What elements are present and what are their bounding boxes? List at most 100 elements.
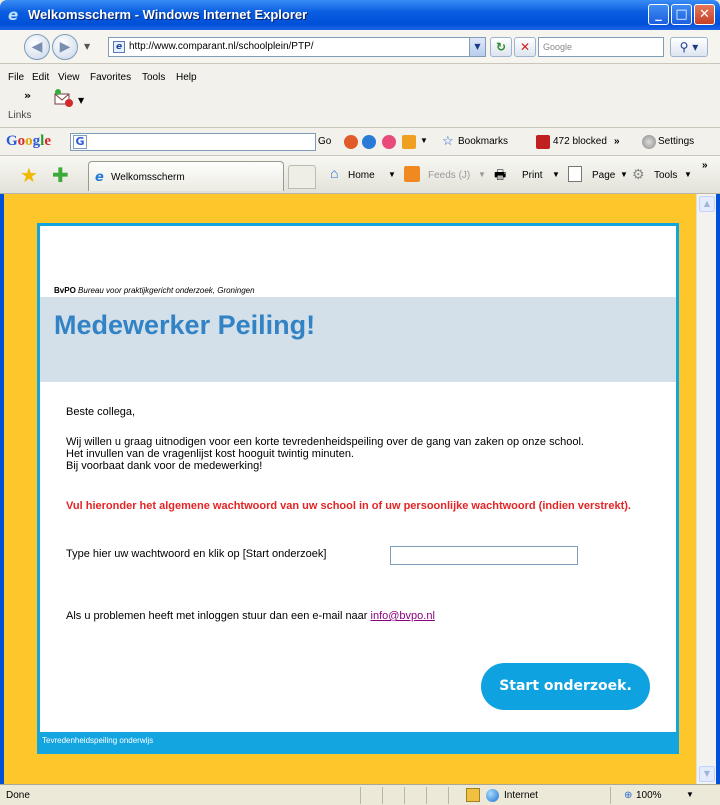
vertical-scrollbar[interactable]: ▲ ▼ — [696, 194, 716, 784]
maximize-button[interactable]: □ — [671, 4, 692, 25]
menu-tools[interactable]: Tools — [142, 72, 165, 83]
page-button[interactable]: Page — [592, 170, 615, 181]
print-dropdown-icon[interactable]: ▼ — [552, 170, 560, 179]
feeds-dropdown-icon[interactable]: ▼ — [478, 170, 486, 179]
menu-help[interactable]: Help — [176, 72, 197, 83]
window-titlebar[interactable]: e Welkomsscherm - Windows Internet Explo… — [0, 0, 720, 30]
menu-view[interactable]: View — [58, 72, 80, 83]
print-button[interactable]: Print — [522, 170, 543, 181]
start-survey-button[interactable]: Start onderzoek. — [481, 663, 650, 710]
menu-edit[interactable]: Edit — [32, 72, 49, 83]
home-icon: ⌂ — [330, 165, 339, 181]
heading-banner: Medewerker Peiling! — [40, 297, 676, 382]
page-footer: Tevredenheidspeiling onderwijs — [40, 732, 676, 751]
add-favorite-icon[interactable]: ✚ — [52, 165, 69, 185]
translate-icon[interactable] — [402, 135, 416, 149]
favorites-star-icon[interactable]: ★ — [20, 165, 38, 185]
address-dropdown-icon[interactable]: ▼ — [469, 38, 485, 56]
stop-button[interactable]: ✕ — [514, 37, 536, 57]
more-chevron-icon[interactable]: » — [614, 136, 620, 147]
search-icon: ⚲ ▾ — [679, 40, 699, 54]
window-border-right — [716, 194, 720, 784]
status-divider — [360, 787, 361, 804]
feeds-icon — [404, 166, 420, 182]
support-email-link[interactable]: info@bvpo.nl — [371, 610, 435, 622]
protected-mode-icon[interactable] — [466, 788, 480, 802]
security-zone-label[interactable]: Internet — [504, 790, 538, 801]
status-divider — [426, 787, 427, 804]
refresh-icon: ↻ — [495, 40, 507, 54]
google-logo: Google — [6, 133, 52, 149]
tools-dropdown-icon[interactable]: ▼ — [420, 136, 428, 145]
popups-blocked-count[interactable]: 472 blocked — [553, 136, 607, 147]
address-input[interactable]: e http://www.comparant.nl/schoolplein/PT… — [108, 37, 486, 57]
search-placeholder: Google — [543, 42, 573, 52]
bookmarks-button[interactable]: Bookmarks — [458, 136, 508, 147]
greeting-text: Beste collega, — [66, 406, 136, 418]
page-dropdown-icon[interactable]: ▼ — [620, 170, 628, 179]
forward-arrow-icon: ▶ — [59, 39, 71, 55]
google-toolbar: Google G Go ▼ ☆ Bookmarks 472 blocked » … — [0, 128, 720, 156]
zoom-icon: ⊕ — [624, 790, 633, 801]
links-label: Links — [8, 110, 32, 121]
url-text: http://www.comparant.nl/schoolplein/PTP/ — [129, 41, 314, 52]
password-warning: Vul hieronder het algemene wachtwoord va… — [66, 500, 631, 512]
tools-dropdown-icon[interactable]: ▼ — [684, 170, 692, 179]
menu-favorites[interactable]: Favorites — [90, 72, 131, 83]
window-title: Welkomsscherm - Windows Internet Explore… — [28, 7, 308, 22]
spell-icon[interactable] — [382, 135, 396, 149]
tab-welkomsscherm[interactable]: e Welkomsscherm — [88, 161, 284, 191]
status-bar: Done Internet ⊕ 100% ▼ — [0, 784, 720, 805]
minimize-button[interactable]: _ — [648, 4, 669, 25]
zoom-level[interactable]: 100% — [636, 790, 662, 801]
forward-button[interactable]: ▶ — [52, 34, 78, 60]
ie-logo-icon: e — [8, 6, 19, 24]
mail-dropdown-icon[interactable]: ▼ — [78, 96, 84, 105]
new-tab-button[interactable] — [288, 165, 316, 189]
back-button[interactable]: ◀ — [24, 34, 50, 60]
google-g-icon: G — [73, 135, 87, 149]
survey-card: BvPO Bureau voor praktijkgericht onderzo… — [37, 223, 679, 754]
settings-icon — [642, 135, 656, 149]
intro-line: Het invullen van de vragenlijst kost hoo… — [66, 448, 354, 460]
refresh-button[interactable]: ↻ — [490, 37, 512, 57]
status-divider — [610, 787, 611, 804]
status-text: Done — [6, 790, 30, 801]
command-more-chevron-icon[interactable]: » — [702, 160, 708, 171]
org-full-name: Bureau voor praktijkgericht onderzoek, G… — [78, 286, 255, 295]
status-divider — [404, 787, 405, 804]
password-input[interactable] — [390, 546, 578, 565]
tools-button[interactable]: Tools — [654, 170, 677, 181]
popup-blocker-icon — [536, 135, 550, 149]
help-message: Als u problemen heeft met inloggen stuur… — [66, 610, 371, 622]
tab-label: Welkomsscherm — [111, 172, 185, 183]
menu-file[interactable]: File — [8, 72, 24, 83]
home-button[interactable]: Home — [348, 170, 375, 181]
search-input[interactable]: Google — [538, 37, 664, 57]
scroll-up-icon[interactable]: ▲ — [699, 196, 715, 212]
bookmark-star-icon[interactable]: ☆ — [442, 133, 454, 149]
status-divider — [382, 787, 383, 804]
pagerank-icon[interactable] — [344, 135, 358, 149]
stop-icon: ✕ — [519, 40, 531, 54]
help-text: Als u problemen heeft met inloggen stuur… — [66, 610, 435, 622]
history-dropdown-icon[interactable]: ▼ — [84, 42, 90, 51]
home-dropdown-icon[interactable]: ▼ — [388, 170, 396, 179]
tab-ie-icon: e — [95, 170, 104, 185]
feeds-button[interactable]: Feeds (J) — [428, 170, 470, 181]
search-button[interactable]: ⚲ ▾ — [670, 37, 708, 57]
page-title: Medewerker Peiling! — [54, 310, 316, 340]
page-icon — [568, 166, 582, 182]
settings-button[interactable]: Settings — [658, 136, 694, 147]
zoom-dropdown-icon[interactable]: ▼ — [686, 790, 694, 799]
news-icon[interactable] — [362, 135, 376, 149]
tab-bar: ★ ✚ e Welkomsscherm ⌂ Home ▼ Feeds (J) ▼… — [0, 156, 720, 194]
google-search-input[interactable]: G — [70, 133, 316, 151]
menu-bar: File Edit View Favorites Tools Help » ▼ … — [0, 64, 720, 128]
google-go-button[interactable]: Go — [318, 136, 331, 147]
mail-icon[interactable] — [52, 88, 74, 110]
address-toolbar: ◀ ▶ ▼ e http://www.comparant.nl/schoolpl… — [0, 30, 720, 64]
chevron-more-icon[interactable]: » — [24, 89, 31, 102]
close-button[interactable]: ✕ — [694, 4, 715, 25]
scroll-down-icon[interactable]: ▼ — [699, 766, 715, 782]
